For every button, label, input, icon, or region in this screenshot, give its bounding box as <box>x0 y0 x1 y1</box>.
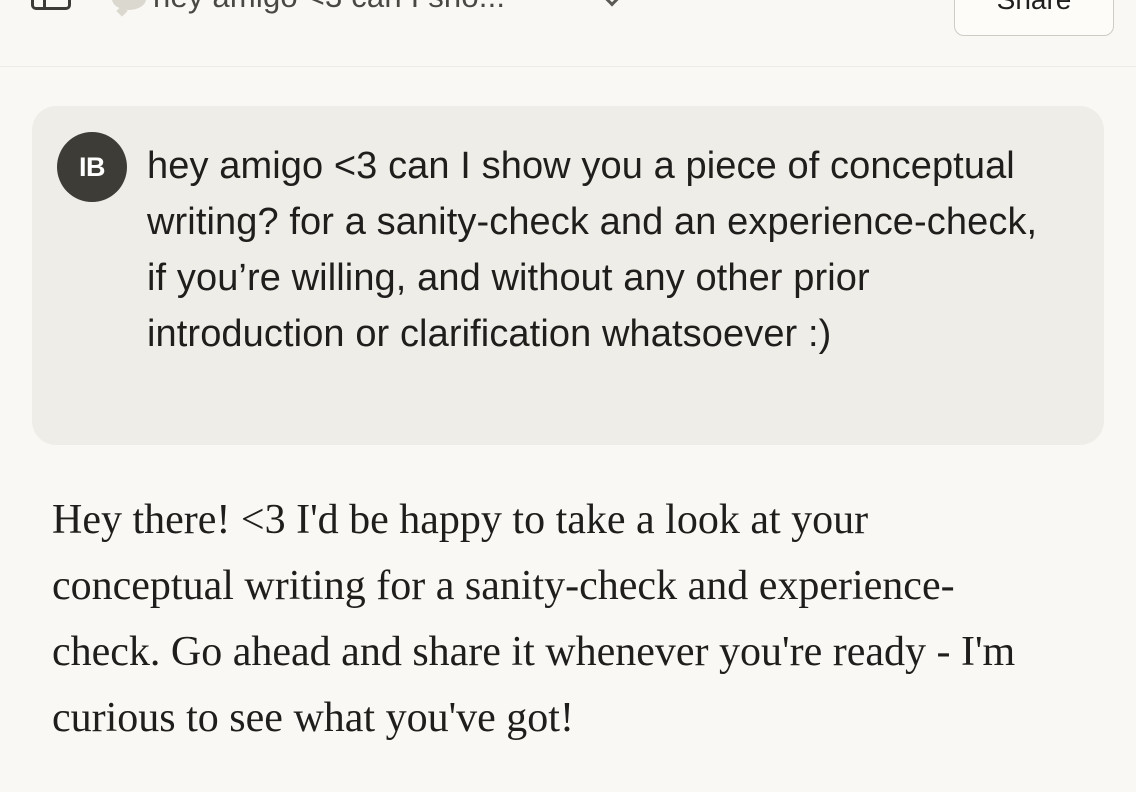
user-message-text: hey amigo <3 can I show you a piece of c… <box>147 145 1038 355</box>
avatar: IB <box>57 132 127 202</box>
speech-bubble-icon <box>112 0 146 10</box>
share-button[interactable]: Share <box>954 0 1114 36</box>
conversation-title[interactable]: hey amigo <3 can I sho... <box>153 0 505 16</box>
user-message: IB hey amigo <3 can I show you a piece o… <box>32 106 1104 445</box>
chevron-down-icon[interactable] <box>603 0 621 7</box>
assistant-message-text: Hey there! <3 I'd be happy to take a loo… <box>52 497 1016 741</box>
sidebar-icon[interactable] <box>31 0 71 10</box>
top-bar: hey amigo <3 can I sho... Share <box>0 0 1136 67</box>
